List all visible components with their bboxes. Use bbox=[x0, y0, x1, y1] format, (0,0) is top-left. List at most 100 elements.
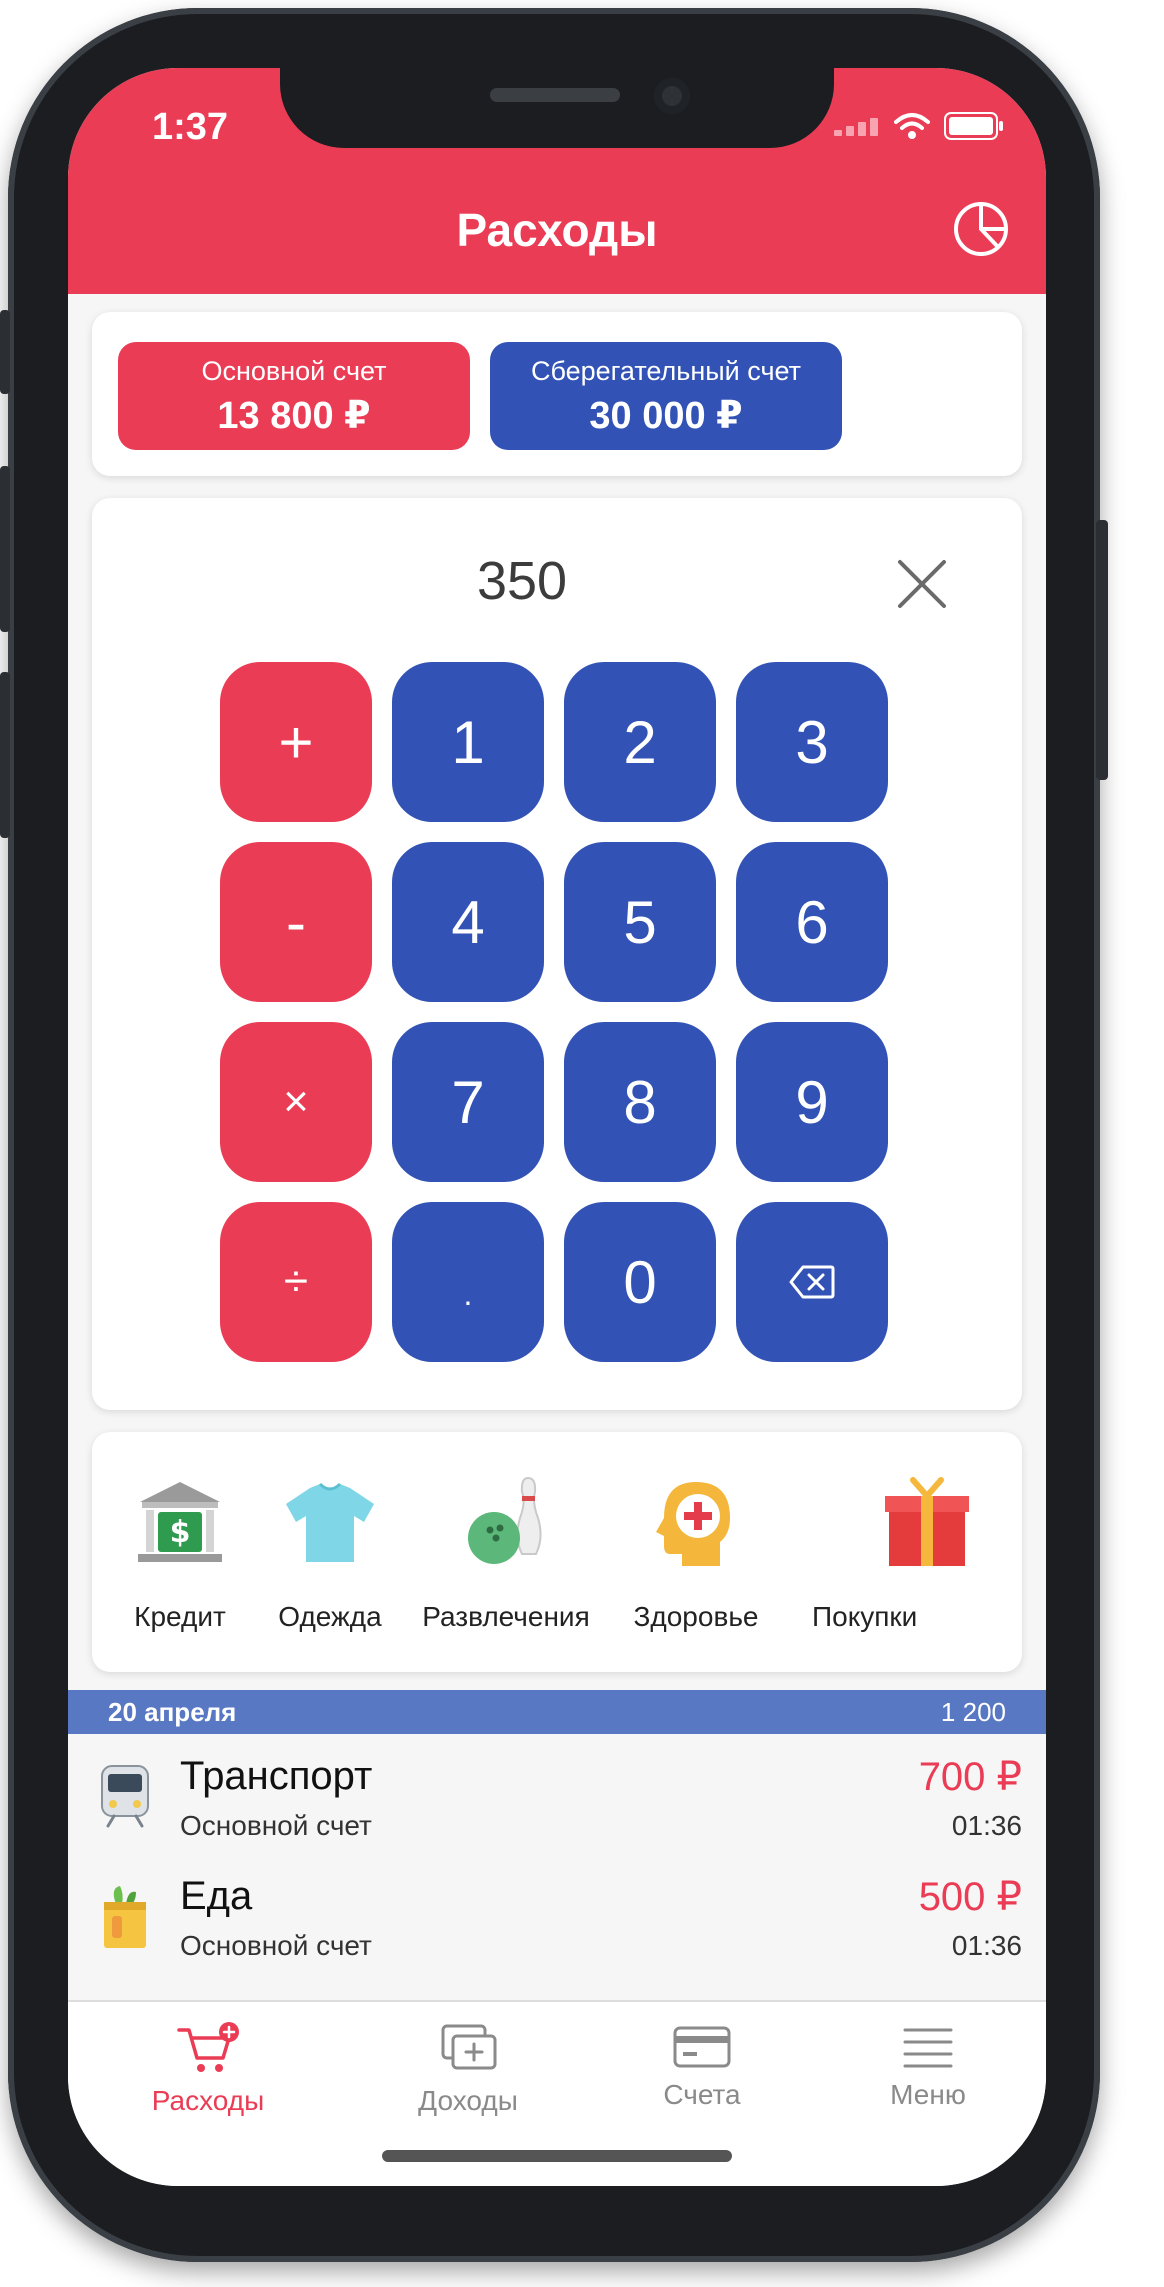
account-savings-button[interactable]: Сберегательный счет 30 000 ₽ bbox=[490, 342, 842, 450]
cart-icon bbox=[177, 2022, 239, 2072]
category-health[interactable]: Здоровье bbox=[616, 1474, 776, 1633]
transaction-amount: 500 ₽ bbox=[918, 1875, 1022, 1919]
key-plus[interactable]: + bbox=[220, 662, 372, 822]
transaction-account: Основной счет bbox=[180, 1930, 372, 1961]
page-title: Расходы bbox=[456, 204, 658, 256]
wifi-icon bbox=[894, 113, 930, 139]
pie-chart-icon[interactable] bbox=[952, 200, 1010, 258]
status-icons bbox=[834, 112, 1006, 140]
tab-income[interactable]: Доходы bbox=[368, 2022, 568, 2117]
category-label: Здоровье bbox=[633, 1601, 759, 1632]
key-label: 4 bbox=[451, 888, 485, 956]
date-label: 20 апреля bbox=[108, 1697, 237, 1727]
key-label: + bbox=[278, 708, 314, 776]
key-divide[interactable]: ÷ bbox=[220, 1202, 372, 1362]
key-decimal[interactable]: . bbox=[392, 1202, 544, 1362]
tab-label: Расходы bbox=[151, 2085, 265, 2116]
power-button bbox=[1096, 520, 1108, 780]
key-label: 3 bbox=[795, 708, 829, 776]
tab-label: Доходы bbox=[418, 2085, 518, 2116]
backspace-icon bbox=[789, 1265, 835, 1299]
transaction-time: 01:36 bbox=[951, 1930, 1022, 1961]
camera bbox=[654, 78, 690, 114]
transaction-name: Транспорт bbox=[180, 1754, 373, 1798]
gift-icon bbox=[885, 1477, 969, 1566]
signal-icon bbox=[834, 118, 878, 136]
key-label: 1 bbox=[451, 708, 485, 776]
tab-label: Меню bbox=[890, 2079, 966, 2110]
category-label: Покупки bbox=[812, 1601, 918, 1632]
grocery-icon bbox=[104, 1886, 146, 1948]
volume-up-button bbox=[0, 466, 10, 632]
key-4[interactable]: 4 bbox=[392, 842, 544, 1002]
category-label: Развлечения bbox=[422, 1601, 590, 1632]
transaction-row[interactable]: Транспорт Основной счет 700 ₽ 01:36 bbox=[68, 1738, 1046, 1858]
tab-menu[interactable]: Меню bbox=[828, 2022, 1028, 2111]
key-8[interactable]: 8 bbox=[564, 1022, 716, 1182]
account-main-button[interactable]: Основной счет 13 800 ₽ bbox=[118, 342, 470, 450]
key-label: - bbox=[286, 888, 306, 956]
app-header: 1:37 Расходы bbox=[68, 68, 1046, 294]
account-balance: 13 800 ₽ bbox=[217, 395, 371, 437]
key-label: ÷ bbox=[283, 1257, 309, 1306]
date-header: 20 апреля 1 200 bbox=[68, 1690, 1046, 1734]
category-clothes[interactable]: Одежда bbox=[260, 1474, 400, 1633]
key-label: 0 bbox=[623, 1248, 657, 1316]
tab-accounts[interactable]: Счета bbox=[602, 2022, 802, 2111]
transaction-account: Основной счет bbox=[180, 1810, 372, 1841]
transaction-amount: 700 ₽ bbox=[918, 1755, 1022, 1799]
key-7[interactable]: 7 bbox=[392, 1022, 544, 1182]
key-label: 9 bbox=[795, 1068, 829, 1136]
tshirt-icon bbox=[286, 1482, 374, 1562]
key-label: 6 bbox=[795, 888, 829, 956]
transaction-name: Еда bbox=[180, 1874, 253, 1918]
key-label: 2 bbox=[623, 708, 657, 776]
key-0[interactable]: 0 bbox=[564, 1202, 716, 1362]
account-name: Основной счет bbox=[201, 356, 387, 386]
categories-card: $ Кредит Одежда Развлечения Здоровье Пок… bbox=[92, 1432, 1022, 1672]
train-icon bbox=[101, 1765, 149, 1828]
status-time: 1:37 bbox=[152, 106, 229, 148]
key-label: . bbox=[463, 1275, 473, 1312]
key-label: 5 bbox=[623, 888, 657, 956]
accounts-card: Основной счет 13 800 ₽ Сберегательный сч… bbox=[92, 312, 1022, 476]
category-shopping[interactable]: Покупки bbox=[792, 1474, 1022, 1633]
day-total: 1 200 bbox=[940, 1697, 1006, 1727]
category-label: Одежда bbox=[278, 1601, 382, 1632]
calculator-card: 350 + 1 2 3 - 4 5 6 × 7 8 9 ÷ . 0 bbox=[92, 498, 1022, 1410]
key-3[interactable]: 3 bbox=[736, 662, 888, 822]
key-5[interactable]: 5 bbox=[564, 842, 716, 1002]
menu-icon bbox=[903, 2028, 953, 2068]
notch bbox=[280, 68, 834, 148]
add-money-icon bbox=[441, 2024, 497, 2070]
close-icon[interactable] bbox=[896, 558, 948, 610]
key-2[interactable]: 2 bbox=[564, 662, 716, 822]
category-entertainment[interactable]: Развлечения bbox=[408, 1474, 604, 1633]
account-balance: 30 000 ₽ bbox=[589, 395, 743, 437]
key-6[interactable]: 6 bbox=[736, 842, 888, 1002]
battery-icon bbox=[944, 112, 1003, 140]
transaction-time: 01:36 bbox=[951, 1810, 1022, 1841]
tab-label: Счета bbox=[663, 2079, 741, 2110]
key-backspace[interactable] bbox=[736, 1202, 888, 1362]
speaker bbox=[490, 88, 620, 102]
transaction-row[interactable]: Еда Основной счет 500 ₽ 01:36 bbox=[68, 1858, 1046, 1978]
key-multiply[interactable]: × bbox=[220, 1022, 372, 1182]
bank-icon: $ bbox=[138, 1482, 222, 1562]
volume-down-button bbox=[0, 672, 10, 838]
amount-display: 350 bbox=[476, 551, 568, 611]
tab-expenses[interactable]: Расходы bbox=[108, 2022, 308, 2117]
account-name: Сберегательный счет bbox=[530, 356, 802, 386]
key-label: 7 bbox=[451, 1068, 485, 1136]
key-label: × bbox=[283, 1077, 309, 1126]
card-icon bbox=[673, 2026, 731, 2068]
key-1[interactable]: 1 bbox=[392, 662, 544, 822]
home-indicator bbox=[382, 2150, 732, 2162]
key-label: 8 bbox=[623, 1068, 657, 1136]
key-9[interactable]: 9 bbox=[736, 1022, 888, 1182]
category-credit[interactable]: $ Кредит bbox=[110, 1474, 250, 1633]
category-label: Кредит bbox=[134, 1601, 226, 1632]
key-minus[interactable]: - bbox=[220, 842, 372, 1002]
health-icon bbox=[656, 1482, 730, 1566]
silent-switch bbox=[0, 310, 10, 394]
